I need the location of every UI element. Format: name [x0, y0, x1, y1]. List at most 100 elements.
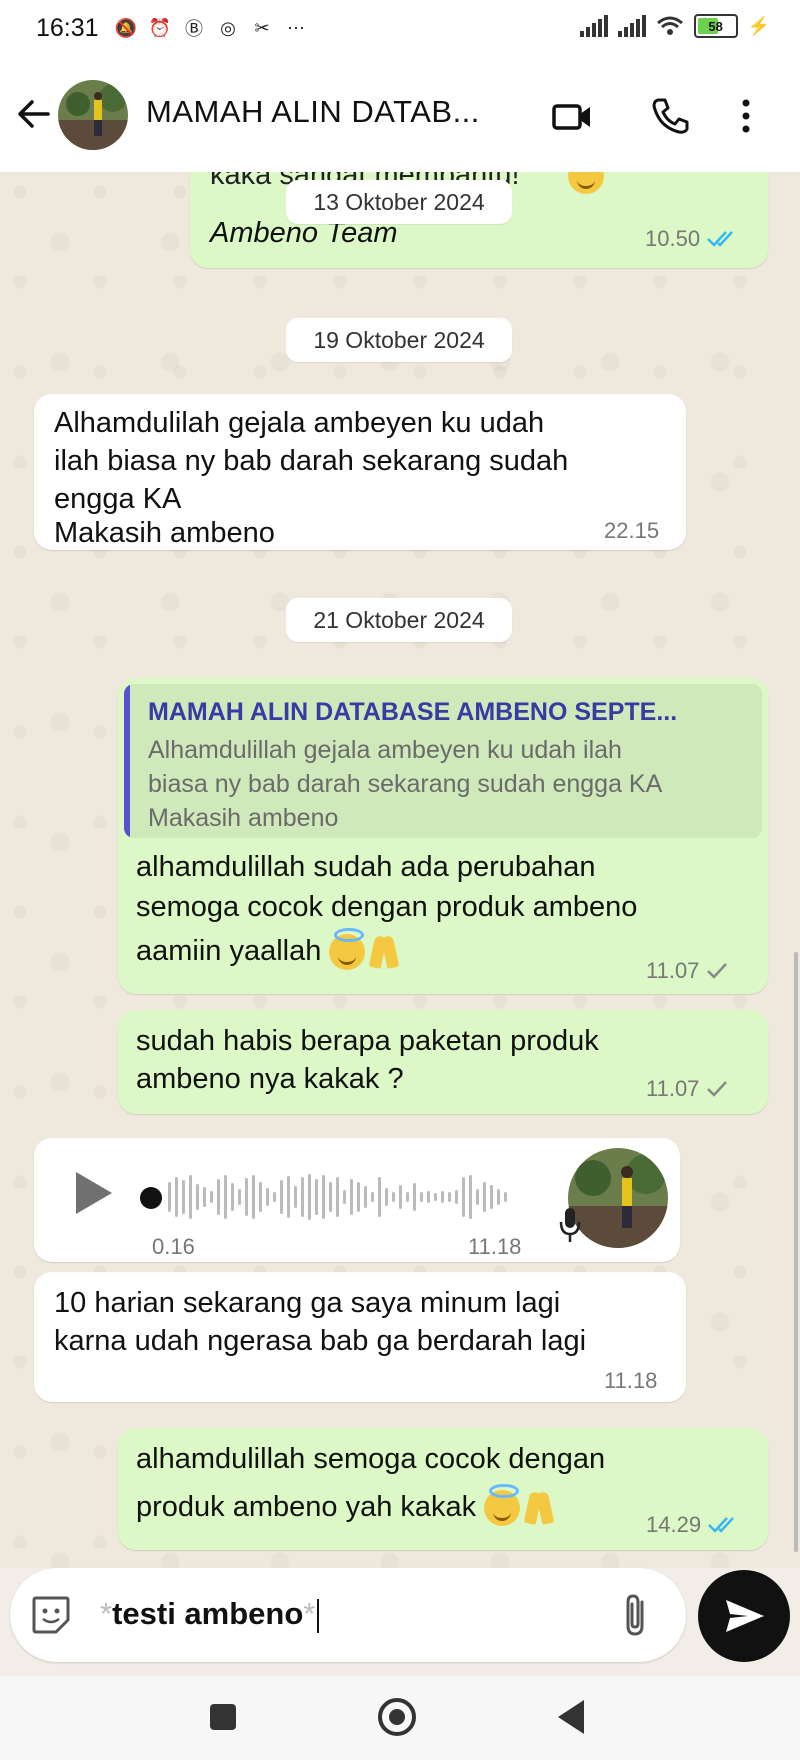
- waveform-bar: [399, 1185, 402, 1209]
- message-incoming[interactable]: 10 harian sekarang ga saya minum lagi ka…: [34, 1272, 686, 1402]
- waveform-bar: [273, 1192, 276, 1202]
- waveform-bar: [322, 1175, 325, 1219]
- quoted-message[interactable]: MAMAH ALIN DATABASE AMBENO SEPTE... Alha…: [124, 684, 762, 838]
- message-time: 11.07: [646, 1076, 700, 1101]
- waveform-bar: [406, 1192, 409, 1202]
- battery-percent: 58: [708, 18, 723, 34]
- arrow-left-icon[interactable]: [14, 94, 54, 134]
- notification-icons: 🔕 ⏰ Ⓑ ◎ ✂ ⋯: [114, 16, 308, 40]
- message-input[interactable]: *testi ambeno*: [100, 1596, 320, 1633]
- avatar[interactable]: [58, 80, 128, 150]
- waveform-bar: [175, 1177, 178, 1217]
- more-vertical-icon[interactable]: [736, 94, 756, 138]
- message-outgoing[interactable]: sudah habis berapa paketan produk ambeno…: [118, 1010, 768, 1114]
- message-line: 10 harian sekarang ga saya minum lagi: [54, 1287, 561, 1319]
- waveform-bar: [378, 1177, 381, 1217]
- message-line: Alhamdulilah gejala ambeyen ku udah: [54, 407, 545, 439]
- folded-hands-emoji-icon: [369, 934, 399, 970]
- battery-icon: 58: [693, 14, 738, 38]
- message-line: engga KA: [54, 483, 182, 515]
- message-meta: 10.50: [645, 226, 740, 252]
- message-line: aamiin yaallah: [136, 928, 399, 971]
- waveform-bar: [217, 1179, 220, 1215]
- quote-line: Alhamdulillah gejala ambeyen ku udah ila…: [148, 736, 622, 764]
- message-incoming[interactable]: Alhamdulilah gejala ambeyen ku udah ilah…: [34, 394, 686, 550]
- send-button[interactable]: [698, 1570, 790, 1662]
- waveform-bar: [434, 1193, 437, 1201]
- paperclip-icon[interactable]: [620, 1592, 650, 1638]
- waveform-bar: [469, 1175, 472, 1219]
- sent-tick-icon: [707, 963, 728, 979]
- waveform-bar: [364, 1186, 367, 1208]
- alarm-icon: ⏰: [148, 17, 172, 38]
- scrollbar[interactable]: [794, 952, 798, 1552]
- folded-hands-emoji-icon: [524, 1490, 554, 1526]
- phone-icon[interactable]: [648, 94, 692, 138]
- waveform-bar: [385, 1188, 388, 1206]
- waveform-bar: [231, 1183, 234, 1211]
- waveform-bar: [266, 1188, 269, 1206]
- waveform-bar: [371, 1192, 374, 1202]
- message-line: produk ambeno yah kakak: [136, 1484, 554, 1527]
- waveform-bar: [483, 1182, 486, 1212]
- read-receipt-icon: [707, 231, 733, 247]
- seek-handle[interactable]: [140, 1187, 162, 1209]
- waveform-bar: [224, 1175, 227, 1219]
- chat-area[interactable]: kaka sangat membantu! Ambeno Team 10.50 …: [0, 172, 800, 1568]
- waveform-bar: [343, 1190, 346, 1204]
- waveform-bar: [315, 1179, 318, 1215]
- waveform-bar: [168, 1182, 171, 1212]
- waveform-bar: [420, 1192, 423, 1202]
- waveform[interactable]: [168, 1170, 507, 1224]
- contact-name[interactable]: MAMAH ALIN DATAB...: [146, 94, 480, 130]
- signal-icon: [617, 15, 646, 37]
- home-button[interactable]: [378, 1698, 416, 1736]
- wifi-icon: [656, 16, 683, 35]
- message-line: sudah habis berapa paketan produk: [136, 1025, 599, 1057]
- message-meta: 14.29: [646, 1512, 741, 1538]
- waveform-bar: [259, 1182, 262, 1212]
- waveform-bar: [294, 1186, 297, 1208]
- quote-line: biasa ny bab darah sekarang sudah engga …: [148, 770, 663, 798]
- message-time: 22.15: [604, 518, 660, 543]
- waveform-bar: [413, 1183, 416, 1211]
- smiling-halo-emoji-icon: [484, 1484, 521, 1527]
- message-line: ilah biasa ny bab darah sekarang sudah: [54, 445, 569, 477]
- more-notifications-icon: ⋯: [287, 17, 305, 38]
- play-icon[interactable]: [74, 1170, 114, 1216]
- message-line-text: produk ambeno yah kakak: [136, 1491, 477, 1523]
- waveform-bar: [476, 1189, 479, 1205]
- charging-icon: ⚡: [747, 15, 770, 36]
- message-composer[interactable]: *testi ambeno*: [10, 1568, 686, 1662]
- system-nav-bar: [0, 1676, 800, 1760]
- waveform-bar: [189, 1175, 192, 1219]
- microphone-icon: [559, 1208, 581, 1242]
- waveform-bar: [448, 1192, 451, 1202]
- waveform-bar: [497, 1189, 500, 1205]
- recents-button[interactable]: [210, 1704, 236, 1730]
- message-time: 14.29: [646, 1512, 702, 1537]
- message-line: Makasih ambeno: [54, 517, 275, 549]
- app-icon: ✂: [254, 17, 270, 38]
- smiling-halo-emoji-icon: [329, 928, 366, 971]
- waveform-bar: [441, 1191, 444, 1203]
- avatar: [568, 1148, 668, 1248]
- voice-duration: 0.16: [152, 1234, 195, 1259]
- message-line: ambeno nya kakak ?: [136, 1063, 404, 1095]
- waveform-bar: [392, 1192, 395, 1202]
- read-receipt-icon: [708, 1517, 734, 1533]
- date-separator: 19 Oktober 2024: [286, 318, 512, 362]
- message-outgoing-reply[interactable]: MAMAH ALIN DATABASE AMBENO SEPTE... Alha…: [118, 678, 768, 994]
- message-line-text: aamiin yaallah: [136, 935, 322, 967]
- waveform-bar: [336, 1177, 339, 1217]
- smiling-emoji-icon: [568, 172, 604, 194]
- back-button[interactable]: [556, 1698, 586, 1736]
- sticker-icon[interactable]: [30, 1594, 72, 1636]
- waveform-bar: [301, 1177, 304, 1217]
- message-line: karna udah ngerasa bab ga berdarah lagi: [54, 1325, 587, 1357]
- video-camera-icon[interactable]: [550, 94, 594, 138]
- message-outgoing[interactable]: alhamdulillah semoga cocok dengan produk…: [118, 1428, 768, 1550]
- message-time: 10.50: [645, 226, 701, 251]
- mute-bell-icon: 🔕: [114, 17, 138, 38]
- voice-note[interactable]: 0.16 11.18: [34, 1138, 680, 1262]
